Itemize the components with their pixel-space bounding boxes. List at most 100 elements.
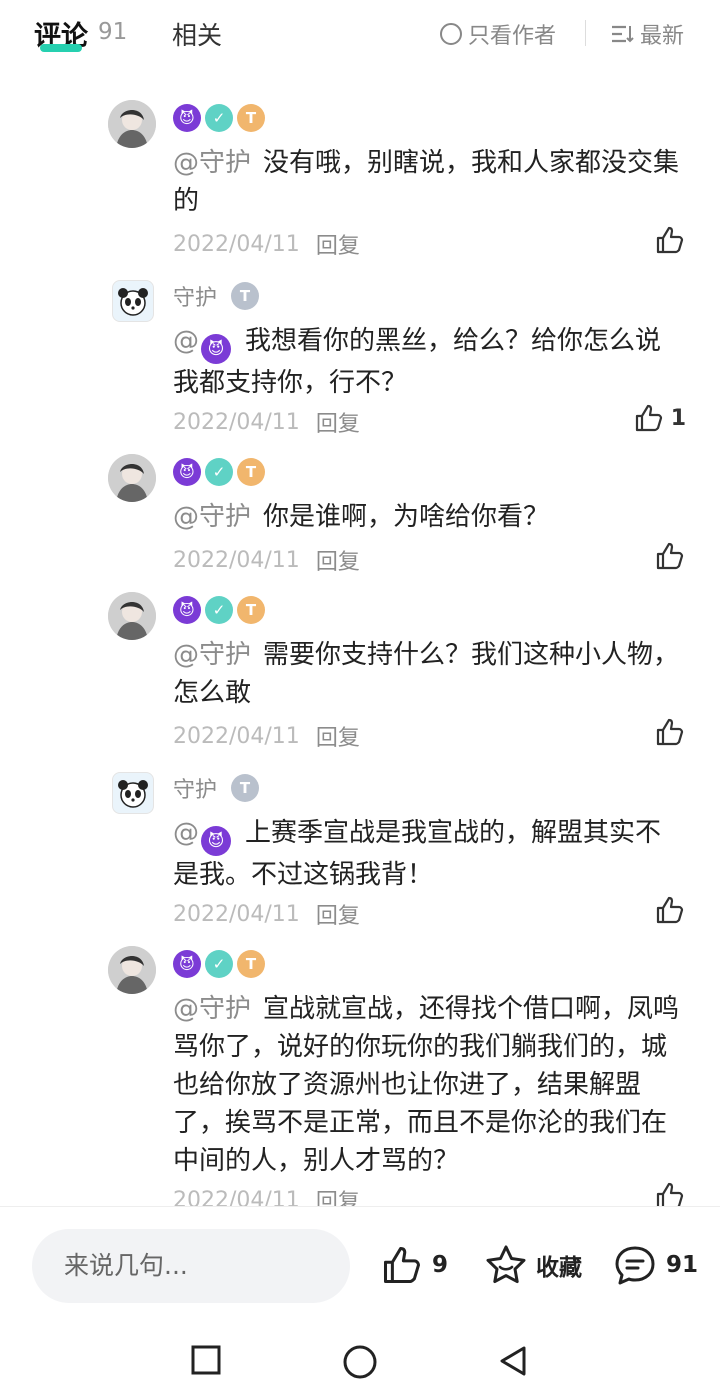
like-button[interactable]: 1 xyxy=(633,402,686,434)
reply-button[interactable]: 回复 xyxy=(316,228,360,260)
author-row: 😈 ✓ T xyxy=(173,102,269,134)
avatar[interactable] xyxy=(108,592,156,640)
comment-text: @守护 没有哦，别瞎说，我和人家都没交集的 xyxy=(173,148,680,216)
avatar-image-icon xyxy=(108,946,156,994)
mention[interactable]: @守护 xyxy=(173,640,251,670)
avatar[interactable] xyxy=(108,946,156,994)
avatar[interactable] xyxy=(108,454,156,502)
reply-button[interactable]: 回复 xyxy=(316,1184,360,1206)
reply-button[interactable]: 回复 xyxy=(316,720,360,752)
like-button[interactable] xyxy=(654,1180,686,1206)
comment-input[interactable]: 来说几句... xyxy=(32,1229,350,1303)
comment-date: 2022/04/11 xyxy=(173,901,300,927)
gold-badge-icon: T xyxy=(237,104,265,132)
devil-icon: 😈 xyxy=(201,826,231,856)
comment-meta: 2022/04/11 回复 xyxy=(173,898,360,930)
comment-meta: 2022/04/11 回复 xyxy=(173,406,360,438)
comment-date: 2022/04/11 xyxy=(173,547,300,573)
comment-meta: 2022/04/11 回复 xyxy=(173,720,360,752)
comments-count: 91 xyxy=(666,1252,699,1278)
author-row: 守护 T xyxy=(173,772,263,804)
thumbs-up-icon xyxy=(656,226,684,254)
teal-badge-icon: ✓ xyxy=(205,596,233,624)
teal-badge-icon: ✓ xyxy=(205,104,233,132)
thumbs-up-icon xyxy=(383,1246,421,1284)
recent-apps-icon[interactable] xyxy=(190,1344,222,1376)
thumbs-up-icon xyxy=(656,718,684,746)
favorite-button[interactable]: 收藏 xyxy=(484,1243,582,1287)
avatar-image-icon xyxy=(108,592,156,640)
like-button[interactable] xyxy=(654,894,686,926)
reply-button[interactable]: 回复 xyxy=(316,406,360,438)
avatar[interactable] xyxy=(108,100,156,148)
chat-bubble-icon xyxy=(615,1246,655,1285)
sort-list-icon xyxy=(612,25,634,43)
only-author-label: 只看作者 xyxy=(468,24,557,49)
author-row: 守护 T xyxy=(173,280,263,312)
comment-date: 2022/04/11 xyxy=(173,1187,300,1207)
avatar-image-icon xyxy=(108,100,156,148)
author-name[interactable]: 守护 xyxy=(173,280,217,312)
thumbs-up-icon xyxy=(656,1182,684,1206)
like-button[interactable] xyxy=(654,224,686,256)
thumbs-up-icon xyxy=(656,542,684,570)
mention[interactable]: @守护 xyxy=(173,502,251,532)
teal-badge-icon: ✓ xyxy=(205,950,233,978)
devil-icon: 😈 xyxy=(201,334,231,364)
mention[interactable]: @守护 xyxy=(173,994,251,1024)
devil-icon: 😈 xyxy=(173,596,201,624)
like-button[interactable] xyxy=(654,716,686,748)
avatar[interactable] xyxy=(112,772,154,814)
avatar-image-icon xyxy=(108,454,156,502)
tab-comment-count: 91 xyxy=(98,19,128,45)
panda-avatar-icon xyxy=(118,780,148,808)
author-row: 😈 ✓ T xyxy=(173,594,269,626)
sort-toggle[interactable]: 最新 xyxy=(610,18,684,50)
author-row: 😈 ✓ T xyxy=(173,456,269,488)
system-nav-bar xyxy=(0,1324,720,1399)
devil-icon: 😈 xyxy=(173,104,201,132)
author-name[interactable]: 守护 xyxy=(173,772,217,804)
only-author-toggle[interactable]: 只看作者 xyxy=(440,18,556,50)
thumbs-up-icon xyxy=(656,896,684,924)
like-button[interactable] xyxy=(654,540,686,572)
gold-badge-icon: T xyxy=(237,458,265,486)
reply-button[interactable]: 回复 xyxy=(316,898,360,930)
favorite-label: 收藏 xyxy=(536,1255,582,1281)
radio-circle-icon xyxy=(440,23,462,45)
sort-label: 最新 xyxy=(640,24,685,49)
star-icon xyxy=(486,1245,526,1284)
bottom-action-bar: 来说几句... 9 收藏 91 xyxy=(0,1206,720,1324)
like-post-button[interactable]: 9 xyxy=(380,1243,448,1287)
comment-date: 2022/04/11 xyxy=(173,409,300,435)
devil-icon: 😈 xyxy=(173,950,201,978)
comment-header: 评论 91 相关 只看作者 最新 xyxy=(0,0,720,72)
gold-badge-icon: T xyxy=(237,950,265,978)
comments-button[interactable]: 91 xyxy=(612,1243,698,1287)
header-divider xyxy=(585,20,586,46)
gold-badge-icon: T xyxy=(237,596,265,624)
reply-button[interactable]: 回复 xyxy=(316,544,360,576)
comment-meta: 2022/04/11 回复 xyxy=(173,1184,360,1207)
tab-active-indicator xyxy=(40,44,82,52)
silver-badge-icon: T xyxy=(231,282,260,310)
comment-meta: 2022/04/11 回复 xyxy=(173,228,360,260)
mention[interactable]: @ xyxy=(173,818,199,848)
tab-related[interactable]: 相关 xyxy=(172,16,222,52)
home-icon[interactable] xyxy=(342,1344,378,1380)
comment-date: 2022/04/11 xyxy=(173,723,300,749)
back-icon[interactable] xyxy=(496,1344,530,1378)
teal-badge-icon: ✓ xyxy=(205,458,233,486)
comment-text: @守护 你是谁啊，为啥给你看？ xyxy=(173,502,550,532)
comment-text: @守护 宣战就宣战，还得找个借口啊，凤鸣骂你了，说好的你玩你的我们躺我们的，城也给… xyxy=(173,994,680,1176)
avatar[interactable] xyxy=(112,280,154,322)
comment-meta: 2022/04/11 回复 xyxy=(173,544,360,576)
devil-icon: 😈 xyxy=(173,458,201,486)
mention[interactable]: @ xyxy=(173,326,199,356)
author-row: 😈 ✓ T xyxy=(173,948,269,980)
comment-date: 2022/04/11 xyxy=(173,231,300,257)
comment-text: @守护 需要你支持什么？我们这种小人物，怎么敢 xyxy=(173,640,680,708)
mention[interactable]: @守护 xyxy=(173,148,251,178)
thumbs-up-icon xyxy=(635,404,662,432)
silver-badge-icon: T xyxy=(231,774,260,802)
